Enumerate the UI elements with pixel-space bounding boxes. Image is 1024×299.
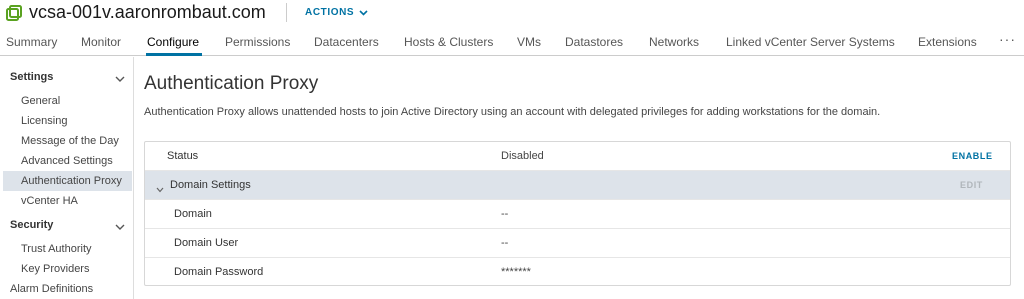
auth-proxy-panel: Status Disabled ENABLE Domain Settings E…	[144, 141, 1011, 286]
sidebar-item-authentication-proxy[interactable]: Authentication Proxy	[21, 175, 122, 187]
tab-datacenters[interactable]: Datacenters	[314, 35, 379, 49]
domain-label: Domain	[174, 208, 212, 220]
sidebar-item-vcenter-ha[interactable]: vCenter HA	[21, 195, 78, 207]
actions-label: ACTIONS	[305, 7, 355, 18]
tab-vms[interactable]: VMs	[517, 35, 541, 49]
domain-settings-row[interactable]: Domain Settings EDIT	[145, 171, 1010, 200]
domain-user-row: Domain User --	[145, 229, 1010, 258]
sidebar-item-message-of-the-day[interactable]: Message of the Day	[21, 135, 119, 147]
header-divider	[286, 3, 287, 22]
tab-datastores[interactable]: Datastores	[565, 35, 623, 49]
domain-user-label: Domain User	[174, 237, 239, 249]
domain-password-value: *******	[501, 266, 531, 278]
tab-extensions[interactable]: Extensions	[918, 35, 977, 49]
object-title: vcsa-001v.aaronrombaut.com	[29, 2, 266, 22]
sidebar-group-settings[interactable]: Settings	[10, 71, 53, 83]
sidebar-item-trust-authority[interactable]: Trust Authority	[21, 243, 92, 255]
status-label: Status	[167, 150, 199, 162]
chevron-down-icon[interactable]	[114, 220, 126, 230]
enable-button[interactable]: ENABLE	[952, 151, 993, 161]
status-row: Status Disabled ENABLE	[145, 142, 1010, 171]
sidebar-item-advanced-settings[interactable]: Advanced Settings	[21, 155, 113, 167]
domain-password-label: Domain Password	[174, 266, 264, 278]
domain-user-value: --	[501, 237, 509, 249]
chevron-down-icon[interactable]	[156, 182, 164, 193]
tab-configure[interactable]: Configure	[147, 35, 199, 49]
sidebar-item-key-providers[interactable]: Key Providers	[21, 263, 89, 275]
chevron-down-icon[interactable]	[114, 72, 126, 82]
actions-menu-button[interactable]: ACTIONS	[305, 7, 368, 18]
chevron-down-icon	[359, 9, 368, 16]
tab-bar: Summary Monitor Configure Permissions Da…	[0, 29, 1024, 56]
active-tab-indicator	[146, 53, 202, 56]
domain-row: Domain --	[145, 200, 1010, 229]
tab-permissions[interactable]: Permissions	[225, 35, 290, 49]
tab-monitor[interactable]: Monitor	[81, 35, 121, 49]
sidebar-item-licensing[interactable]: Licensing	[21, 115, 67, 127]
page-description: Authentication Proxy allows unattended h…	[144, 106, 881, 118]
edit-button[interactable]: EDIT	[960, 180, 983, 190]
tab-linked-vcenter-systems[interactable]: Linked vCenter Server Systems	[726, 35, 895, 49]
sidebar-item-general[interactable]: General	[21, 95, 60, 107]
domain-password-row: Domain Password *******	[145, 258, 1010, 285]
more-tabs-icon[interactable]: ···	[999, 31, 1016, 47]
configure-sidebar: Settings General Licensing Message of th…	[0, 57, 134, 299]
sidebar-group-security[interactable]: Security	[10, 219, 53, 231]
status-value: Disabled	[501, 150, 544, 162]
tab-summary[interactable]: Summary	[6, 35, 57, 49]
domain-settings-label: Domain Settings	[170, 179, 251, 191]
vm-host-icon	[6, 5, 22, 21]
sidebar-item-alarm-definitions[interactable]: Alarm Definitions	[10, 283, 93, 295]
domain-value: --	[501, 208, 509, 220]
object-header: vcsa-001v.aaronrombaut.com ACTIONS	[0, 0, 1024, 28]
tab-networks[interactable]: Networks	[649, 35, 699, 49]
tab-hosts-clusters[interactable]: Hosts & Clusters	[404, 35, 493, 49]
page-title: Authentication Proxy	[144, 73, 319, 94]
